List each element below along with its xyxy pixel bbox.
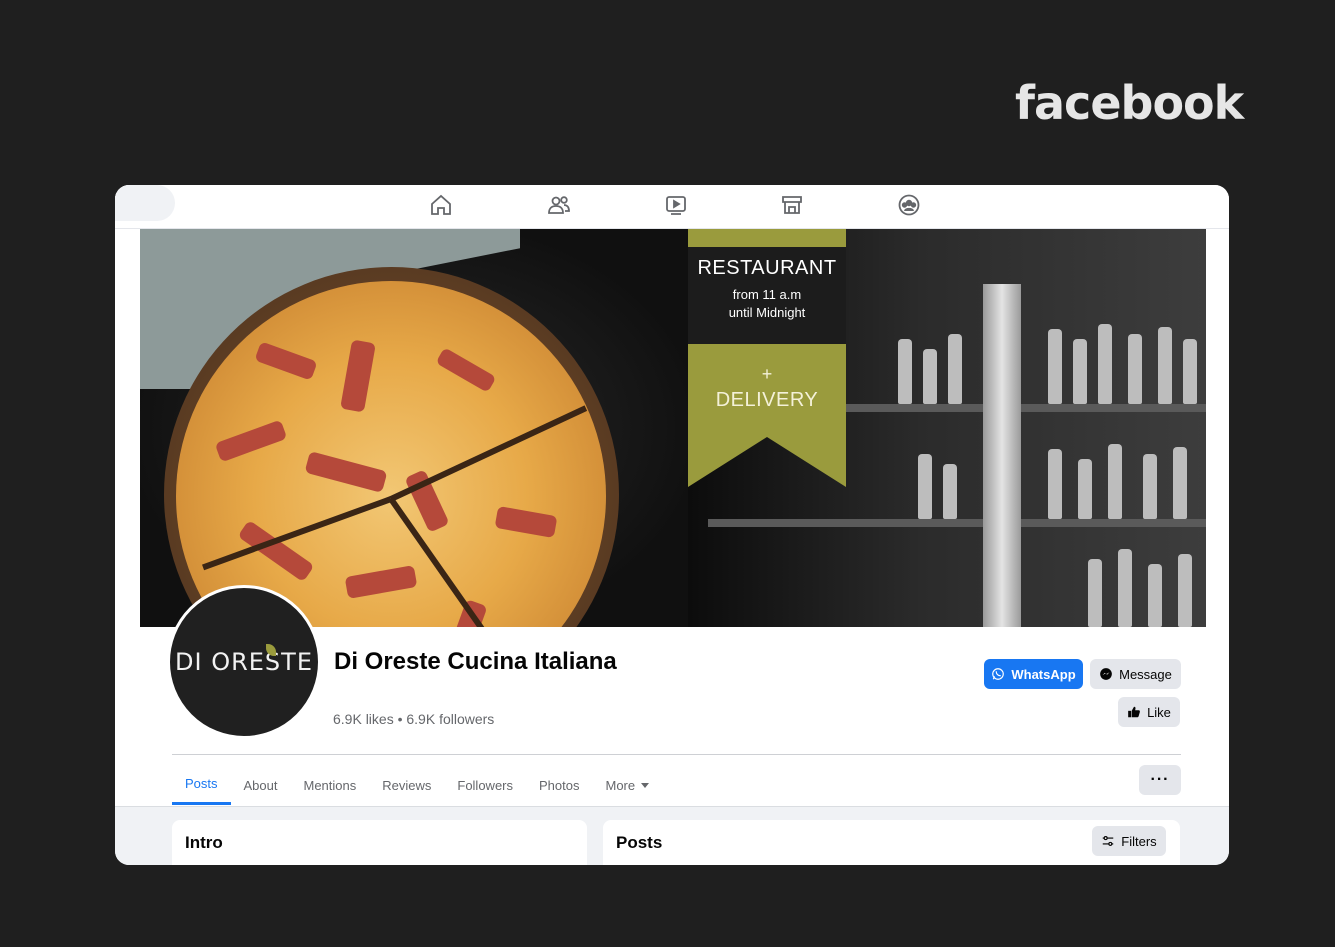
like-button[interactable]: Like xyxy=(1118,697,1180,727)
filters-icon xyxy=(1103,836,1114,846)
message-label: Message xyxy=(1119,666,1172,682)
facebook-page-window: RESTAURANT from 11 a.m until Midnight + … xyxy=(115,185,1229,865)
search-pill[interactable] xyxy=(115,185,175,221)
avatar-logo-text: DI ORESTE xyxy=(175,648,313,676)
banner-title: RESTAURANT xyxy=(697,257,837,279)
tab-more[interactable]: More xyxy=(592,765,662,805)
filters-button[interactable]: Filters xyxy=(1092,826,1166,856)
home-icon[interactable] xyxy=(428,192,454,218)
banner-plus: + xyxy=(761,364,773,384)
filters-label: Filters xyxy=(1121,833,1157,849)
banner-hours: RESTAURANT from 11 a.m until Midnight xyxy=(688,247,846,344)
whatsapp-label: WhatsApp xyxy=(1011,666,1076,682)
page-tabs: Posts About Mentions Reviews Followers P… xyxy=(172,765,662,805)
bar-pillar-decoration xyxy=(983,284,1021,627)
intro-card: Intro xyxy=(172,820,587,865)
header-divider xyxy=(172,754,1181,755)
posts-card: Posts Filters xyxy=(603,820,1180,865)
more-options-button[interactable]: ··· xyxy=(1139,765,1181,795)
top-navigation-bar xyxy=(115,185,1229,229)
tab-about[interactable]: About xyxy=(231,765,291,805)
banner-hours-line2: until Midnight xyxy=(728,305,806,320)
tab-followers[interactable]: Followers xyxy=(444,765,526,805)
like-label: Like xyxy=(1147,704,1171,720)
whatsapp-button[interactable]: WhatsApp xyxy=(984,659,1083,689)
thumbs-up-icon xyxy=(1128,706,1140,718)
banner-hours-line1: from 11 a.m xyxy=(732,287,802,302)
banner-top-strip xyxy=(688,229,846,247)
marketplace-icon[interactable] xyxy=(779,192,805,218)
page-title: Di Oreste Cucina Italiana xyxy=(334,648,617,675)
cover-photo[interactable]: RESTAURANT from 11 a.m until Midnight + … xyxy=(140,229,1206,627)
tab-photos[interactable]: Photos xyxy=(526,765,592,805)
video-icon[interactable] xyxy=(663,192,689,218)
tab-more-label: More xyxy=(605,777,636,793)
message-button[interactable]: Message xyxy=(1090,659,1181,689)
page-stats[interactable]: 6.9K likes • 6.9K followers xyxy=(333,711,494,727)
friends-icon[interactable] xyxy=(546,192,572,218)
whatsapp-icon xyxy=(992,668,1005,680)
caret-down-icon xyxy=(641,782,650,788)
groups-icon[interactable] xyxy=(896,192,922,218)
facebook-wordmark: facebook xyxy=(1015,76,1244,130)
tab-posts[interactable]: Posts xyxy=(172,765,231,805)
messenger-icon xyxy=(1100,668,1112,680)
banner-delivery-text: DELIVERY xyxy=(715,389,819,411)
intro-title: Intro xyxy=(185,833,223,852)
tab-reviews[interactable]: Reviews xyxy=(369,765,444,805)
banner-hours-text: from 11 a.m until Midnight xyxy=(688,286,846,322)
profile-avatar[interactable]: DI ORESTE xyxy=(167,585,321,739)
cover-pizza-area xyxy=(140,229,688,627)
posts-title: Posts xyxy=(616,833,663,852)
tab-mentions[interactable]: Mentions xyxy=(291,765,370,805)
